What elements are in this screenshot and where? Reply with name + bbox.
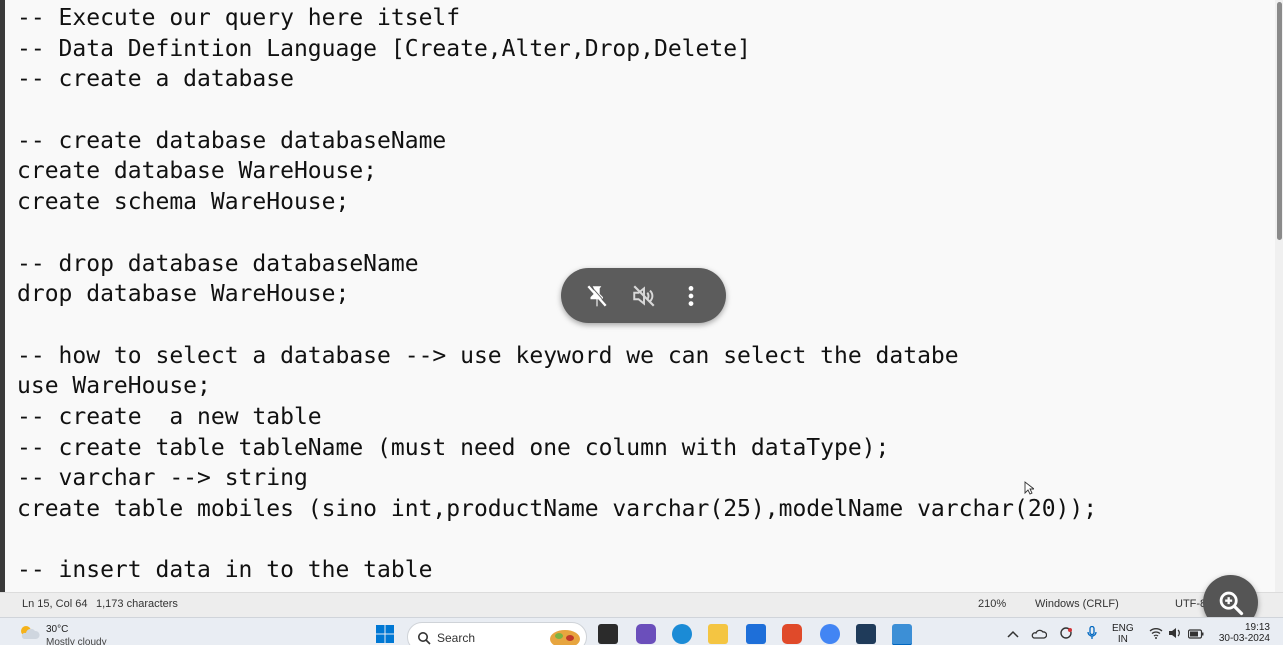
- code-line: -- create a new table: [17, 403, 322, 430]
- search-highlight-icon: [550, 630, 580, 645]
- chevron-up-icon[interactable]: [1007, 626, 1019, 644]
- code-line: drop database WareHouse;: [17, 281, 350, 308]
- clock-time: 19:13: [1244, 622, 1270, 633]
- wps-office-icon[interactable]: [782, 624, 802, 644]
- code-line: create schema WareHouse;: [17, 189, 350, 216]
- windows-start-icon[interactable]: [375, 624, 395, 644]
- code-line: create database WareHouse;: [17, 158, 378, 185]
- task-view-icon[interactable]: [598, 624, 618, 644]
- code-line: -- create a database: [17, 66, 294, 93]
- muted-speaker-icon[interactable]: [626, 278, 662, 314]
- media-control-pill: [561, 268, 726, 323]
- code-line: -- drop database databaseName: [17, 250, 419, 277]
- mysql-workbench-icon[interactable]: [856, 624, 876, 644]
- encoding[interactable]: UTF-8: [1175, 598, 1206, 610]
- code-line: -- insert data in to the table: [17, 557, 433, 584]
- edge-browser-icon[interactable]: [672, 624, 692, 644]
- code-text-area[interactable]: -- Execute our query here itself -- Data …: [17, 3, 1097, 586]
- code-line: create table mobiles (sino int,productNa…: [17, 496, 1098, 522]
- taskbar-search-box[interactable]: Search: [407, 622, 587, 645]
- line-ending[interactable]: Windows (CRLF): [1035, 598, 1119, 610]
- code-line: -- how to select a database --> use keyw…: [17, 342, 959, 369]
- microsoft-store-icon[interactable]: [746, 624, 766, 644]
- code-line: -- create table tableName (must need one…: [17, 434, 890, 461]
- window-left-edge: [0, 0, 5, 592]
- notepad-icon[interactable]: [892, 624, 912, 645]
- vertical-scrollbar[interactable]: [1275, 0, 1283, 592]
- more-vertical-icon[interactable]: [673, 278, 709, 314]
- code-line: use WareHouse;: [17, 373, 211, 400]
- cursor-position[interactable]: Ln 15, Col 64: [22, 598, 87, 610]
- language-indicator[interactable]: ENG IN: [1112, 623, 1134, 645]
- code-line: -- Data Defintion Language [Create,Alter…: [17, 35, 751, 62]
- battery-icon[interactable]: [1187, 626, 1204, 644]
- code-line: -- create database databaseName: [17, 127, 447, 154]
- windows-taskbar: 30°C Mostly cloudy Search ENG IN 19:13 3…: [0, 617, 1283, 645]
- zoom-in-icon: [1219, 591, 1243, 615]
- cloud-icon[interactable]: [1031, 626, 1048, 644]
- volume-icon[interactable]: [1168, 626, 1182, 644]
- zoom-level[interactable]: 210%: [978, 598, 1006, 610]
- clock[interactable]: 19:13 30-03-2024: [1212, 622, 1270, 644]
- status-bar: Ln 15, Col 64 1,173 characters 210% Wind…: [0, 592, 1283, 617]
- language-region: IN: [1117, 634, 1128, 645]
- search-icon: [418, 632, 431, 645]
- character-count: 1,173 characters: [96, 598, 178, 610]
- language-code: ENG: [1112, 623, 1134, 634]
- wifi-icon[interactable]: [1149, 626, 1163, 644]
- scrollbar-thumb[interactable]: [1277, 2, 1282, 240]
- microphone-icon[interactable]: [1087, 625, 1097, 645]
- pin-off-icon[interactable]: [579, 278, 615, 314]
- search-label: Search: [437, 631, 476, 645]
- mouse-pointer-icon: [1024, 481, 1036, 500]
- code-line: -- Execute our query here itself: [17, 5, 461, 31]
- file-explorer-icon[interactable]: [708, 624, 728, 644]
- teams-icon[interactable]: [636, 624, 656, 644]
- sync-icon[interactable]: [1058, 626, 1074, 645]
- weather-temperature[interactable]: 30°C: [46, 624, 68, 635]
- chrome-browser-icon[interactable]: [820, 624, 840, 644]
- weather-cloudy-icon[interactable]: [18, 624, 40, 645]
- clock-date: 30-03-2024: [1218, 633, 1270, 644]
- code-line: -- varchar --> string: [17, 465, 308, 492]
